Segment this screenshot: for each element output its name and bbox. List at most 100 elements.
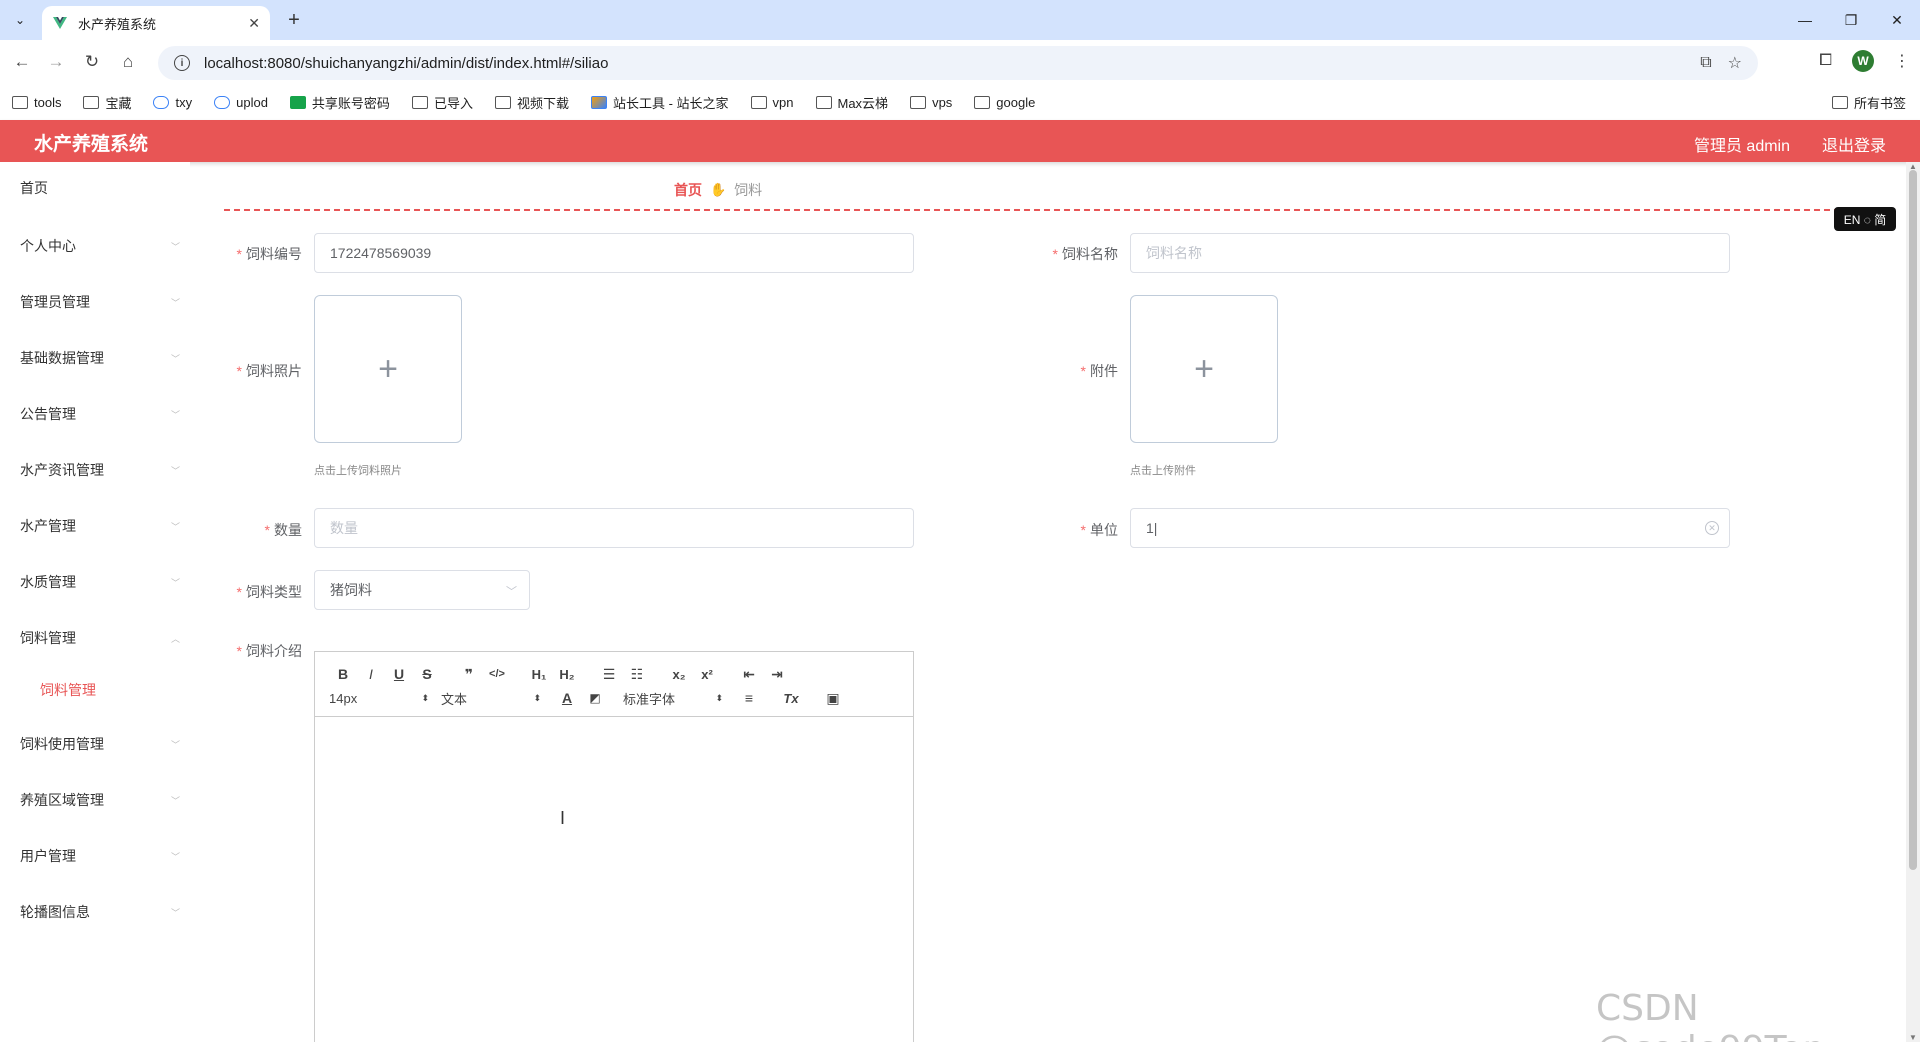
- bookmark-item[interactable]: tools: [12, 95, 61, 110]
- bold-icon[interactable]: B: [329, 663, 357, 685]
- screenshot-icon[interactable]: ⧉: [1700, 54, 1711, 72]
- site-info-icon[interactable]: i: [174, 55, 190, 71]
- close-window-icon[interactable]: ✕: [1874, 0, 1920, 40]
- sidebar-item-personal[interactable]: 个人中心 ﹀: [0, 226, 190, 266]
- breadcrumb-home[interactable]: 首页: [674, 180, 702, 200]
- tab-close-icon[interactable]: ✕: [248, 15, 260, 32]
- bookmark-item[interactable]: 站长工具 - 站长之家: [590, 93, 729, 112]
- back-arrow-icon[interactable]: ←: [10, 50, 34, 74]
- heading1-icon[interactable]: H₁: [525, 663, 553, 685]
- sheet-icon: [289, 95, 306, 109]
- sidebar-item-basic-data[interactable]: 基础数据管理 ﹀: [0, 338, 190, 378]
- bookmark-item[interactable]: 已导入: [411, 93, 473, 112]
- sidebar: 首页 个人中心 ﹀ 管理员管理 ﹀ 基础数据管理 ﹀ 公告管理 ﹀ 水产资讯管理 ﹀ 水产…: [0, 162, 190, 1042]
- strikethrough-icon[interactable]: S: [413, 663, 441, 685]
- cloud-icon: [153, 95, 170, 109]
- extensions-puzzle-icon[interactable]: ⧠: [1819, 52, 1832, 70]
- address-bar[interactable]: i localhost:8080/shuichanyangzhi/admin/d…: [158, 46, 1758, 80]
- bookmark-star-icon[interactable]: ☆: [1728, 53, 1742, 73]
- breadcrumb-divider: [224, 209, 1840, 211]
- language-toggle[interactable]: EN ◌ 简: [1834, 207, 1896, 231]
- sidebar-item-home[interactable]: 首页: [0, 168, 190, 208]
- block-format-select[interactable]: 文本 ⬍: [441, 689, 541, 708]
- required-mark: *: [1080, 522, 1086, 538]
- watermark: CSDN @code99Top: [1596, 988, 1825, 1042]
- bookmark-item[interactable]: vpn: [750, 95, 794, 110]
- outdent-icon[interactable]: ⇤: [735, 663, 763, 685]
- tab-list-chevron-icon[interactable]: ⌄: [8, 8, 32, 32]
- updown-icon: ⬍: [715, 692, 723, 703]
- code-input[interactable]: 1722478569039: [314, 233, 914, 273]
- browser-toolbar: ← → ↻ ⌂ i localhost:8080/shuichanyangzhi…: [0, 40, 1920, 84]
- font-color-icon[interactable]: A: [553, 687, 581, 709]
- bookmark-item[interactable]: 共享账号密码: [289, 93, 390, 112]
- browser-tab-active[interactable]: 水产养殖系统 ✕: [42, 6, 270, 40]
- photo-upload[interactable]: +: [314, 295, 462, 443]
- required-mark: *: [1052, 246, 1058, 262]
- sidebar-item-water-quality[interactable]: 水质管理 ﹀: [0, 562, 190, 602]
- page-scrollbar[interactable]: ▲ ▼: [1906, 162, 1920, 1042]
- background-color-icon[interactable]: ◩: [581, 687, 609, 709]
- italic-icon[interactable]: I: [357, 663, 385, 685]
- indent-icon[interactable]: ⇥: [763, 663, 791, 685]
- editor-content-area[interactable]: [315, 718, 913, 1042]
- minimize-icon[interactable]: —: [1782, 0, 1828, 40]
- required-mark: *: [236, 584, 242, 600]
- sidebar-item-notices[interactable]: 公告管理 ﹀: [0, 394, 190, 434]
- sidebar-item-feed[interactable]: 饲料管理 ︿: [0, 618, 190, 658]
- all-bookmarks[interactable]: 所有书签: [1831, 84, 1906, 120]
- forward-arrow-icon[interactable]: →: [44, 50, 68, 74]
- bookmark-item[interactable]: 宝藏: [83, 93, 131, 112]
- quantity-input[interactable]: 数量: [314, 508, 914, 548]
- restore-icon[interactable]: ❐: [1828, 0, 1874, 40]
- sidebar-item-news[interactable]: 水产资讯管理 ﹀: [0, 450, 190, 490]
- bookmark-item[interactable]: Max云梯: [815, 93, 888, 112]
- chevron-down-icon: ﹀: [170, 521, 180, 532]
- subscript-icon[interactable]: x₂: [665, 663, 693, 685]
- clear-circle-icon[interactable]: ✕: [1705, 521, 1719, 535]
- type-select[interactable]: 猪饲料 ﹀: [314, 570, 530, 610]
- bookmark-item[interactable]: vps: [910, 95, 952, 110]
- url-text[interactable]: localhost:8080/shuichanyangzhi/admin/dis…: [204, 55, 1684, 72]
- sidebar-item-breeding-area[interactable]: 养殖区域管理 ﹀: [0, 780, 190, 820]
- blockquote-icon[interactable]: ❞: [455, 663, 483, 685]
- font-size-select[interactable]: 14px ⬍: [329, 691, 429, 706]
- new-tab-plus-icon[interactable]: +: [282, 8, 306, 32]
- sidebar-item-users[interactable]: 用户管理 ﹀: [0, 836, 190, 876]
- profile-avatar[interactable]: W: [1852, 50, 1874, 72]
- name-input[interactable]: 饲料名称: [1130, 233, 1730, 273]
- breadcrumb-current: 饲料: [734, 182, 763, 198]
- font-family-select[interactable]: 标准字体 ⬍: [623, 689, 723, 708]
- home-icon[interactable]: ⌂: [116, 50, 140, 74]
- heading2-icon[interactable]: H₂: [553, 663, 581, 685]
- scroll-thumb[interactable]: [1909, 170, 1917, 870]
- folder-icon: [750, 95, 767, 109]
- code-block-icon[interactable]: </>: [483, 663, 511, 685]
- chevron-down-icon: ﹀: [170, 241, 180, 252]
- align-icon[interactable]: ≡: [735, 687, 763, 709]
- bookmarks-bar: tools 宝藏 txy uplod 共享账号密码 已导入 视频下载 站长工具 …: [0, 84, 1920, 120]
- sidebar-subitem-feed[interactable]: 饲料管理: [0, 670, 190, 710]
- chevron-down-icon: ﹀: [170, 409, 180, 420]
- intro-label: * 饲料介绍: [236, 643, 302, 659]
- chevron-down-icon: ﹀: [170, 297, 180, 308]
- underline-icon[interactable]: U: [385, 663, 413, 685]
- sidebar-item-aquatic[interactable]: 水产管理 ﹀: [0, 506, 190, 546]
- attachment-upload[interactable]: +: [1130, 295, 1278, 443]
- sidebar-item-admins[interactable]: 管理员管理 ﹀: [0, 282, 190, 322]
- sidebar-item-feed-usage[interactable]: 饲料使用管理 ﹀: [0, 724, 190, 764]
- logout-button[interactable]: 退出登录: [1822, 132, 1886, 156]
- bookmark-item[interactable]: 视频下载: [494, 93, 569, 112]
- bookmark-item[interactable]: uplod: [214, 95, 268, 110]
- reload-icon[interactable]: ↻: [80, 50, 104, 74]
- sidebar-item-carousel[interactable]: 轮播图信息 ﹀: [0, 892, 190, 932]
- ordered-list-icon[interactable]: ☰: [595, 663, 623, 685]
- browser-menu-icon[interactable]: ⋮: [1894, 51, 1910, 71]
- clear-format-icon[interactable]: Tx: [777, 687, 805, 709]
- superscript-icon[interactable]: x²: [693, 663, 721, 685]
- unit-input[interactable]: 1| ✕: [1130, 508, 1730, 548]
- bookmark-item[interactable]: google: [974, 95, 1035, 110]
- bullet-list-icon[interactable]: ☷: [623, 663, 651, 685]
- bookmark-item[interactable]: txy: [153, 95, 192, 110]
- image-icon[interactable]: ▣: [819, 687, 847, 709]
